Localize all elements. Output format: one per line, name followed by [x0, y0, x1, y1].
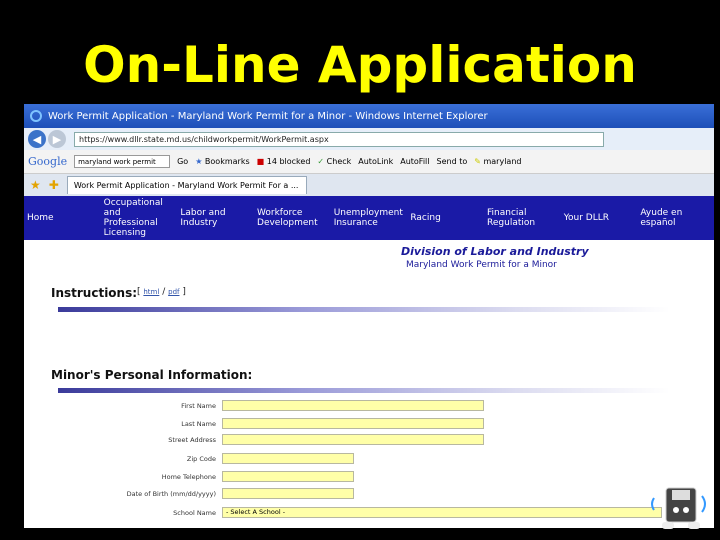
highlight-button[interactable]: ✎ maryland: [474, 157, 521, 166]
first-name-label: First Name: [181, 401, 216, 410]
floppy-disk-mascot-icon: [651, 487, 706, 529]
date-of-birth-field[interactable]: [222, 488, 354, 499]
go-button[interactable]: Go: [177, 157, 188, 166]
street-address-field[interactable]: [222, 434, 484, 445]
page-content: Division of Labor and Industry Maryland …: [24, 240, 714, 508]
school-name-select[interactable]: - Select A School -: [222, 507, 662, 518]
nav-your-dllr[interactable]: Your DLLR: [561, 213, 638, 223]
nav-espanol[interactable]: Ayude en español: [637, 208, 714, 228]
ie-logo-icon: [30, 110, 42, 122]
highlighter-icon: ✎: [474, 157, 481, 166]
street-address-label: Street Address: [168, 435, 216, 444]
highlight-label: maryland: [483, 157, 522, 166]
url-field[interactable]: https://www.dllr.state.md.us/childworkpe…: [74, 131, 604, 147]
link-separator: /: [162, 287, 166, 297]
google-logo: Google: [28, 155, 68, 168]
form-row-school-name: School Name - Select A School -: [24, 507, 662, 518]
forward-button[interactable]: ▶: [48, 130, 66, 148]
nav-occupational-licensing[interactable]: Occupational and Professional Licensing: [101, 198, 178, 238]
page-subtitle: Maryland Work Permit for a Minor: [406, 260, 557, 270]
check-icon: ✓: [317, 157, 325, 166]
autofill-button[interactable]: AutoFill: [400, 157, 429, 166]
check-button[interactable]: ✓ Check: [317, 157, 351, 166]
send-to-button[interactable]: Send to: [437, 157, 468, 166]
star-icon: ★: [195, 157, 203, 166]
home-telephone-field[interactable]: [222, 471, 354, 482]
blocked-label: 14 blocked: [266, 157, 311, 166]
form-row-zip-code: Zip Code: [24, 453, 354, 464]
window-title: Work Permit Application - Maryland Work …: [48, 110, 488, 122]
tab-work-permit[interactable]: Work Permit Application - Maryland Work …: [66, 176, 307, 194]
nav-unemployment-insurance[interactable]: Unemployment Insurance: [331, 208, 408, 228]
google-search-input[interactable]: maryland work permit: [74, 155, 171, 168]
instructions-heading: Instructions:: [51, 286, 138, 300]
address-bar: ◀ ▶ https://www.dllr.state.md.us/childwo…: [24, 128, 714, 150]
section-divider: [58, 307, 670, 312]
back-button[interactable]: ◀: [28, 130, 46, 148]
nav-financial-regulation[interactable]: Financial Regulation: [484, 208, 561, 228]
window-titlebar: Work Permit Application - Maryland Work …: [24, 104, 714, 128]
blocked-icon: ■: [256, 157, 265, 166]
form-row-first-name: First Name: [24, 400, 484, 411]
nav-home[interactable]: Home: [24, 213, 101, 223]
first-name-field[interactable]: [222, 400, 484, 411]
form-row-home-telephone: Home Telephone: [24, 471, 354, 482]
instructions-links: [ html / pdf ]: [137, 287, 186, 297]
form-row-date-of-birth: Date of Birth (mm/dd/yyyy): [24, 488, 354, 499]
date-of-birth-label: Date of Birth (mm/dd/yyyy): [126, 489, 216, 498]
add-favorite-icon[interactable]: ✚: [49, 178, 59, 192]
form-row-last-name: Last Name: [24, 418, 484, 429]
site-navigation: Home Occupational and Professional Licen…: [24, 196, 714, 240]
google-toolbar: Google maryland work permit Go ★ Bookmar…: [24, 150, 714, 174]
slide-title: On-Line Application: [83, 36, 637, 94]
home-telephone-label: Home Telephone: [161, 472, 216, 481]
last-name-field[interactable]: [222, 418, 484, 429]
school-name-label: School Name: [173, 508, 216, 517]
instructions-html-link[interactable]: html: [143, 288, 159, 296]
zip-code-label: Zip Code: [186, 454, 216, 463]
browser-window: Work Permit Application - Maryland Work …: [24, 104, 714, 528]
bookmarks-label: Bookmarks: [204, 157, 250, 166]
nav-labor-industry[interactable]: Labor and Industry: [177, 208, 254, 228]
nav-workforce-development[interactable]: Workforce Development: [254, 208, 331, 228]
autolink-button[interactable]: AutoLink: [358, 157, 393, 166]
last-name-label: Last Name: [181, 419, 216, 428]
instructions-pdf-link[interactable]: pdf: [168, 288, 179, 296]
zip-code-field[interactable]: [222, 453, 354, 464]
nav-racing[interactable]: Racing: [407, 213, 484, 223]
section-divider: [58, 388, 670, 393]
form-row-street-address: Street Address: [24, 434, 484, 445]
favorites-star-icon[interactable]: ★: [30, 178, 41, 192]
popup-blocked-button[interactable]: ■ 14 blocked: [257, 157, 311, 166]
division-heading: Division of Labor and Industry: [401, 245, 589, 258]
tab-row: ★ ✚ Work Permit Application - Maryland W…: [24, 174, 714, 196]
minor-info-heading: Minor's Personal Information:: [51, 368, 253, 382]
check-label: Check: [326, 157, 352, 166]
bookmarks-button[interactable]: ★ Bookmarks: [195, 157, 249, 166]
